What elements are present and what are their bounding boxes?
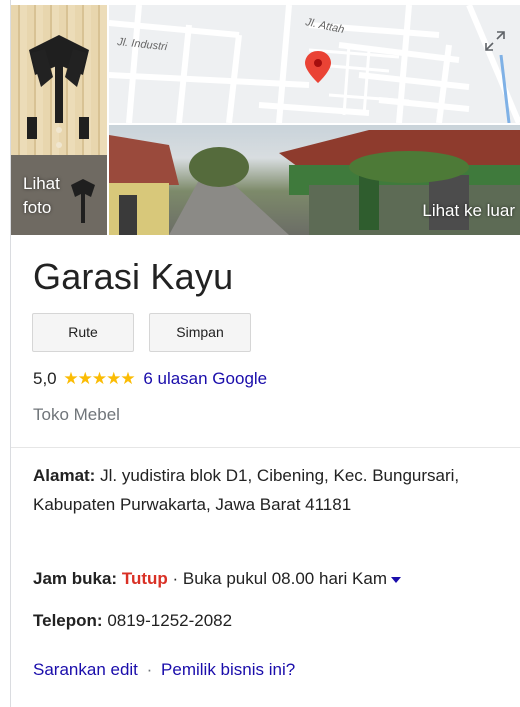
street-view-thumbnail[interactable]: Lihat ke luar — [109, 125, 520, 235]
place-title: Garasi Kayu — [33, 256, 234, 297]
rating-row: 5,0 ★★★★★ 6 ulasan Google — [33, 369, 267, 389]
address-label: Alamat: — [33, 466, 96, 485]
hours-row: Jam buka: Tutup · Buka pukul 08.00 hari … — [33, 564, 493, 593]
link-separator: · — [146, 660, 153, 679]
rating-stars-icon: ★★★★★ — [63, 369, 135, 388]
hours-text[interactable]: · Buka pukul 08.00 hari Kam — [173, 569, 388, 588]
footer-links: Sarankan edit · Pemilik bisnis ini? — [33, 660, 295, 680]
place-category: Toko Mebel — [33, 405, 120, 424]
address-value: Jl. yudistira blok D1, Cibening, Kec. Bu… — [33, 466, 460, 514]
divider — [11, 447, 520, 448]
map-streets-graphic: Jl. Industri Jl. Attah — [109, 5, 520, 123]
phone-row: Telepon: 0819-1252-2082 — [33, 606, 493, 635]
hours-label: Jam buka: — [33, 569, 118, 588]
rating-score: 5,0 — [33, 369, 57, 388]
hours-status: Tutup — [121, 569, 168, 588]
map-label-attah: Jl. Attah — [303, 16, 345, 36]
directions-button[interactable]: Rute — [32, 313, 134, 352]
address-row: Alamat: Jl. yudistira blok D1, Cibening,… — [33, 461, 493, 519]
see-photos-label[interactable]: Lihat foto — [23, 172, 83, 220]
hours-dropdown-icon[interactable] — [391, 576, 402, 583]
business-owner-link[interactable]: Pemilik bisnis ini? — [161, 660, 295, 679]
photo-tile[interactable]: Lihat foto — [11, 5, 107, 235]
map-pin-icon — [305, 51, 331, 83]
reviews-link[interactable]: 6 ulasan Google — [143, 369, 267, 388]
phone-value[interactable]: 0819-1252-2082 — [107, 611, 232, 630]
expand-map-icon[interactable] — [481, 27, 509, 55]
save-button[interactable]: Simpan — [149, 313, 251, 352]
map-thumbnail[interactable]: Jl. Industri Jl. Attah — [109, 5, 520, 123]
suggest-edit-link[interactable]: Sarankan edit — [33, 660, 138, 679]
knowledge-panel: Lihat foto Jl. Industri Jl. Attah Lihat … — [10, 0, 520, 707]
map-label-industri: Jl. Industri — [116, 36, 169, 53]
phone-label: Telepon: — [33, 611, 103, 630]
media-strip: Lihat foto Jl. Industri Jl. Attah Lihat … — [11, 5, 520, 235]
look-outside-label[interactable]: Lihat ke luar — [422, 201, 515, 221]
